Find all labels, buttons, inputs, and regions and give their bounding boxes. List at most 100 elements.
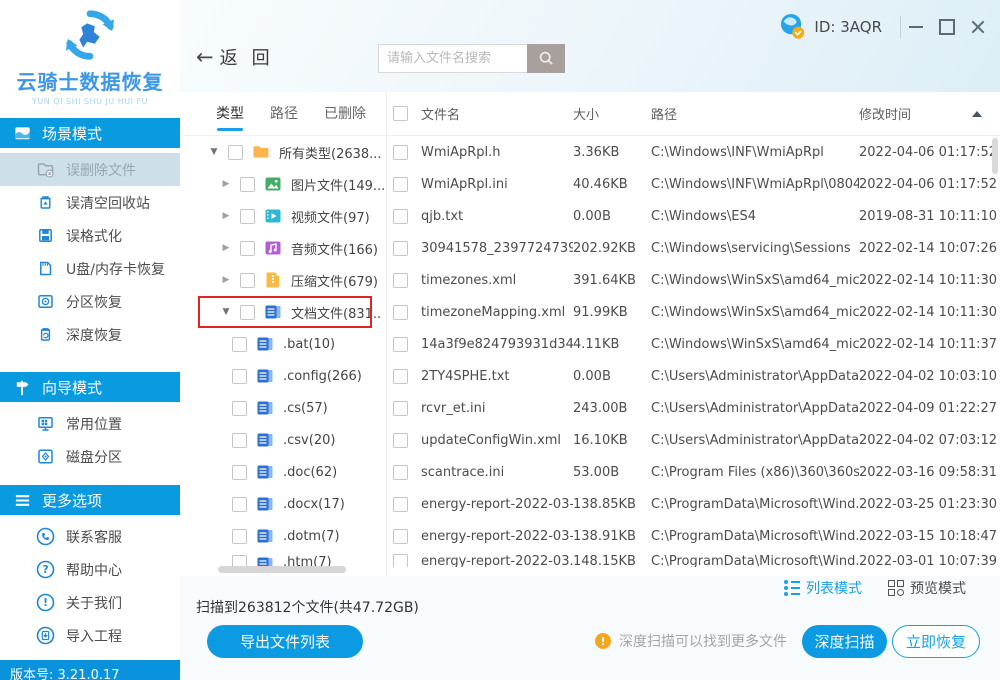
close-button[interactable] <box>966 15 990 39</box>
table-row[interactable]: WmiApRpl.h 3.36KB C:\Windows\INF\WmiApRp… <box>387 136 1000 168</box>
sidebar-item[interactable]: 误格式化 <box>0 219 180 252</box>
sidebar-item[interactable]: 磁盘分区 <box>0 440 180 473</box>
row-checkbox[interactable] <box>393 305 408 320</box>
tree-checkbox[interactable] <box>240 177 255 192</box>
maximize-button[interactable] <box>935 15 959 39</box>
tree-horizontal-scrollbar[interactable] <box>218 566 346 573</box>
expand-arrow-icon[interactable] <box>218 307 234 317</box>
tree-checkbox[interactable] <box>232 529 247 544</box>
row-checkbox[interactable] <box>393 369 408 384</box>
tree-row[interactable]: 文档文件(831.. <box>180 296 386 328</box>
sort-asc-icon[interactable] <box>972 111 982 117</box>
select-all-checkbox[interactable] <box>393 106 408 121</box>
tree-row[interactable]: .dotm(7) <box>180 520 386 552</box>
section-header-scene-mode[interactable]: 场景模式 <box>0 118 180 148</box>
tree-checkbox[interactable] <box>232 497 247 512</box>
table-row[interactable]: 30941578_2397724739.x... 202.92KB C:\Win… <box>387 232 1000 264</box>
table-row[interactable]: timezoneMapping.xml 91.99KB C:\Windows\W… <box>387 296 1000 328</box>
row-checkbox[interactable] <box>393 554 408 567</box>
table-row[interactable]: WmiApRpl.ini 40.46KB C:\Windows\INF\WmiA… <box>387 168 1000 200</box>
search-button[interactable] <box>527 44 565 73</box>
list-mode-button[interactable]: 列表模式 <box>784 578 862 598</box>
col-size[interactable]: 大小 <box>573 104 651 123</box>
col-path[interactable]: 路径 <box>651 104 859 123</box>
table-row[interactable]: timezones.xml 391.64KB C:\Windows\WinSxS… <box>387 264 1000 296</box>
sidebar-item[interactable]: 联系客服 <box>0 520 180 553</box>
sidebar-item[interactable]: 导入工程 <box>0 619 180 652</box>
sidebar-item[interactable]: 关于我们 <box>0 586 180 619</box>
tree-checkbox[interactable] <box>232 433 247 448</box>
section-header-wizard-mode[interactable]: 向导模式 <box>0 372 180 402</box>
row-checkbox[interactable] <box>393 241 408 256</box>
expand-arrow-icon[interactable] <box>218 275 234 285</box>
tree-checkbox[interactable] <box>232 337 247 352</box>
tab-type[interactable]: 类型 <box>216 103 244 125</box>
cell-modified: 2022-02-14 10:11:37 <box>859 337 1000 352</box>
minimize-button[interactable] <box>904 15 928 39</box>
tree-row[interactable]: 压缩文件(679) <box>180 264 386 296</box>
tree-checkbox[interactable] <box>240 273 255 288</box>
back-button[interactable]: ← 返回 <box>196 44 284 70</box>
tree-checkbox[interactable] <box>228 145 243 160</box>
table-row[interactable]: energy-report-2022-03-... 138.91KB C:\Pr… <box>387 520 1000 552</box>
expand-arrow-icon[interactable] <box>218 179 234 189</box>
tree-row[interactable]: .bat(10) <box>180 328 386 360</box>
sidebar-item[interactable]: 常用位置 <box>0 407 180 440</box>
sidebar-item[interactable]: 误清空回收站 <box>0 186 180 219</box>
row-checkbox[interactable] <box>393 465 408 480</box>
table-row[interactable]: rcvr_et.ini 243.00B C:\Users\Administrat… <box>387 392 1000 424</box>
row-checkbox[interactable] <box>393 209 408 224</box>
tree-checkbox[interactable] <box>232 369 247 384</box>
table-row[interactable]: energy-report-2022-03-... 138.85KB C:\Pr… <box>387 488 1000 520</box>
export-file-list-button[interactable]: 导出文件列表 <box>207 625 363 658</box>
tree-row[interactable]: .cs(57) <box>180 392 386 424</box>
expand-arrow-icon[interactable] <box>218 211 234 221</box>
tab-path[interactable]: 路径 <box>270 103 298 125</box>
table-vertical-scrollbar[interactable] <box>992 138 998 174</box>
row-checkbox[interactable] <box>393 177 408 192</box>
sidebar-item[interactable]: 帮助中心 <box>0 553 180 586</box>
table-row[interactable]: energy-report-2022-03... 148.15KB C:\Pro… <box>387 552 1000 567</box>
row-checkbox[interactable] <box>393 401 408 416</box>
tree-row[interactable]: .csv(20) <box>180 424 386 456</box>
tree-row[interactable]: 所有类型(2638... <box>180 136 386 168</box>
table-row[interactable]: 14a3f9e824793931d34f... 4.11KB C:\Window… <box>387 328 1000 360</box>
tree-label: .doc(62) <box>283 465 337 480</box>
tree-row[interactable]: 音频文件(166) <box>180 232 386 264</box>
row-checkbox[interactable] <box>393 145 408 160</box>
section-header-more-options[interactable]: 更多选项 <box>0 485 180 515</box>
table-row[interactable]: scantrace.ini 53.00B C:\Program Files (x… <box>387 456 1000 488</box>
table-row[interactable]: qjb.txt 0.00B C:\Windows\ES4 2019-08-31 … <box>387 200 1000 232</box>
tree-row[interactable]: .doc(62) <box>180 456 386 488</box>
row-checkbox[interactable] <box>393 529 408 544</box>
row-checkbox[interactable] <box>393 337 408 352</box>
tree-row[interactable]: 图片文件(149... <box>180 168 386 200</box>
expand-arrow-icon[interactable] <box>206 147 222 157</box>
section-label: 更多选项 <box>42 490 102 511</box>
deep-scan-button[interactable]: 深度扫描 <box>802 625 887 658</box>
tree-label: 所有类型(2638... <box>279 143 382 162</box>
sidebar-item[interactable]: 深度恢复 <box>0 318 180 351</box>
search-input[interactable] <box>378 44 527 73</box>
row-checkbox[interactable] <box>393 433 408 448</box>
preview-mode-button[interactable]: 预览模式 <box>888 578 966 598</box>
tree-row[interactable]: .docx(17) <box>180 488 386 520</box>
tree-checkbox[interactable] <box>240 241 255 256</box>
recover-now-button[interactable]: 立即恢复 <box>892 625 980 658</box>
tree-checkbox[interactable] <box>240 305 255 320</box>
tree-checkbox[interactable] <box>232 401 247 416</box>
sidebar-item[interactable]: U盘/内存卡恢复 <box>0 252 180 285</box>
tab-deleted[interactable]: 已删除 <box>324 103 366 125</box>
col-filename[interactable]: 文件名 <box>421 104 573 123</box>
row-checkbox[interactable] <box>393 273 408 288</box>
row-checkbox[interactable] <box>393 497 408 512</box>
tree-row[interactable]: .config(266) <box>180 360 386 392</box>
tree-row[interactable]: 视频文件(97) <box>180 200 386 232</box>
expand-arrow-icon[interactable] <box>218 243 234 253</box>
tree-checkbox[interactable] <box>240 209 255 224</box>
table-row[interactable]: 2TY4SPHE.txt 0.00B C:\Users\Administrato… <box>387 360 1000 392</box>
sidebar-item[interactable]: 分区恢复 <box>0 285 180 318</box>
sidebar-item[interactable]: 误删除文件 <box>0 153 180 186</box>
table-row[interactable]: updateConfigWin.xml 16.10KB C:\Users\Adm… <box>387 424 1000 456</box>
tree-checkbox[interactable] <box>232 465 247 480</box>
